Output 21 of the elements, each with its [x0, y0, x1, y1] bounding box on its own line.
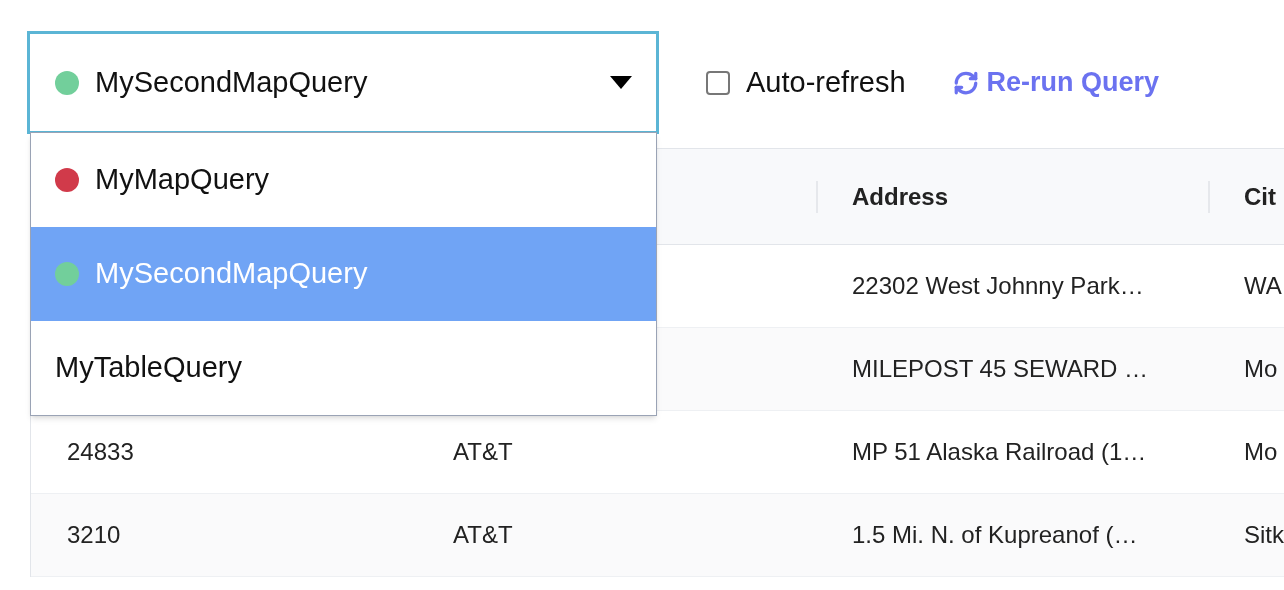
- table-cell-text: 22302 West Johnny Park…: [852, 271, 1144, 301]
- column-header: Cit: [1244, 181, 1276, 212]
- caret-icon: [610, 76, 632, 89]
- refresh-icon: [952, 69, 979, 96]
- table-cell-text: 3210: [67, 520, 121, 550]
- table-cell-text: Mo: [1244, 354, 1278, 384]
- table-cell-text: MP 51 Alaska Railroad (1…: [852, 437, 1147, 467]
- auto-refresh-checkbox[interactable]: Auto-refresh: [706, 60, 906, 105]
- selected-query: MySecondMapQuery: [95, 64, 368, 100]
- column-header: Address: [852, 181, 949, 212]
- table-cell-text: 24833: [67, 437, 134, 467]
- query-option[interactable]: MyTableQuery: [31, 321, 656, 415]
- table-cell-text: WA: [1244, 271, 1282, 301]
- table-cell-text: 1.5 Mi. N. of Kupreanof (…: [852, 520, 1138, 550]
- table-cell-text: AT&T: [453, 520, 513, 550]
- table-cell-text: Mo: [1244, 437, 1278, 467]
- table-cell-text: AT&T: [453, 437, 513, 467]
- rerun-query-button[interactable]: Re-run Query: [952, 62, 1160, 103]
- table-cell-text: MILEPOST 45 SEWARD …: [852, 354, 1149, 384]
- query-option[interactable]: MyMapQuery: [31, 133, 656, 227]
- table-cell-text: Sitk: [1244, 520, 1284, 550]
